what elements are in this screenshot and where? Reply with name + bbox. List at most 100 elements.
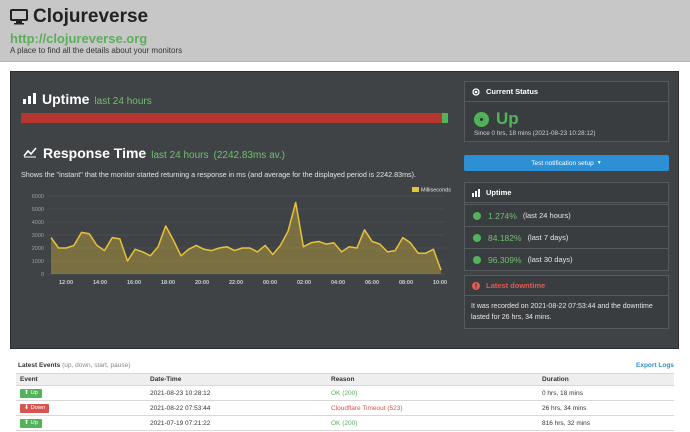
uptime-heading: Uptime last 24 hours <box>23 91 152 107</box>
x-tick-label: 02:00 <box>297 280 311 286</box>
latest-events-heading: Latest Events (up, down, start, pause) <box>18 362 130 369</box>
datetime-cell: 2021-07-19 07:21:22 <box>150 419 211 427</box>
uptime-card: Uptime 1.274% (last 24 hours) 84.182% (l… <box>464 182 669 271</box>
site-url-link[interactable]: http://clojureverse.org <box>10 31 147 46</box>
x-tick-label: 08:00 <box>399 280 413 286</box>
event-label: Up <box>30 420 38 426</box>
column-header: Event <box>20 376 38 383</box>
site-title: Clojureverse <box>33 6 149 27</box>
events-filter: (up, down, start, pause) <box>62 362 131 369</box>
reason-cell: OK (200) <box>331 419 358 427</box>
status-indicator: Up <box>474 109 519 129</box>
export-logs-link[interactable]: Export Logs <box>636 362 674 369</box>
latest-downtime-header: Latest downtime <box>465 276 668 296</box>
uptime-row: 96.309% (last 30 days) <box>465 248 668 270</box>
table-row: ⬆ Up 2021-07-19 07:21:22 OK (200) 816 hr… <box>16 416 674 431</box>
column-header: Date-Time <box>150 376 182 383</box>
green-dot-icon <box>473 255 481 264</box>
down-badge: ⬇ Down <box>20 403 50 413</box>
x-tick-label: 04:00 <box>331 280 345 286</box>
status-since: Since 0 hrs, 18 mins (2021-08-23 10:28:1… <box>474 130 596 137</box>
reason-cell: OK (200) <box>331 389 358 397</box>
event-cell: ⬆ Up <box>20 386 42 400</box>
y-tick-label: 6000 <box>32 194 44 200</box>
up-badge: ⬆ Up <box>20 418 42 428</box>
x-tick-label: 12:00 <box>59 280 73 286</box>
response-time-chart: 6000 5000 4000 3000 2000 1000 0 12:00 14:00 16:00… <box>32 187 451 286</box>
legend-label: Milliseconds <box>421 188 451 194</box>
x-tick-label: 10:00 <box>433 280 447 286</box>
uptime-bar <box>21 113 448 123</box>
reason-cell: Cloudflare Timeout (523) <box>331 404 403 412</box>
response-period: last 24 hours <box>151 150 209 161</box>
line-chart-icon <box>23 147 37 158</box>
x-tick-label: 16:00 <box>127 280 141 286</box>
x-tick-label: 22:00 <box>229 280 243 286</box>
y-tick-label: 2000 <box>32 246 44 252</box>
y-tick-label: 1000 <box>32 259 44 265</box>
green-dot-icon <box>473 233 481 242</box>
duration-cell: 816 hrs, 32 mins <box>542 419 591 427</box>
monitor-icon <box>10 9 28 25</box>
event-label: Down <box>30 405 46 411</box>
legend-swatch <box>412 187 419 192</box>
uptime-card-title: Uptime <box>486 188 512 197</box>
latest-downtime-title: Latest downtime <box>486 281 546 290</box>
bar-chart-icon <box>472 188 480 197</box>
latest-downtime-card: Latest downtime It was recorded on 2021-… <box>464 275 669 329</box>
y-tick-label: 3000 <box>32 233 44 239</box>
y-tick-label: 5000 <box>32 207 44 213</box>
y-tick-label: 0 <box>41 272 44 278</box>
alert-circle-icon <box>472 281 480 290</box>
bar-chart-icon <box>23 93 36 104</box>
tagline: A place to find all the details about yo… <box>10 46 183 55</box>
uptime-period: (last 7 days) <box>527 233 569 242</box>
events-table: Event Date-Time Reason Duration ⬆ Up 202… <box>16 373 674 431</box>
uptime-card-header: Uptime <box>465 183 668 203</box>
response-average: (2242.83ms av.) <box>213 150 286 161</box>
event-label: Up <box>30 390 38 396</box>
brand: Clojureverse <box>10 6 148 28</box>
status-circle-icon <box>472 87 480 96</box>
status-dot-icon <box>474 111 489 127</box>
response-heading: Response Time last 24 hours (2242.83ms a… <box>23 145 285 161</box>
table-row: ⬇ Down 2021-08-22 07:53:44 Cloudflare Ti… <box>16 401 674 416</box>
x-tick-label: 06:00 <box>365 280 379 286</box>
series-area <box>51 202 441 274</box>
table-row: ⬆ Up 2021-08-23 10:28:12 OK (200) 0 hrs,… <box>16 386 674 401</box>
x-tick-label: 00:00 <box>263 280 277 286</box>
uptime-bar-fill <box>442 113 448 123</box>
page-header: Clojureverse http://clojureverse.org A p… <box>0 0 690 62</box>
uptime-period: (last 30 days) <box>527 255 573 264</box>
uptime-value: 1.274% <box>488 210 517 221</box>
status-value: Up <box>496 109 519 128</box>
response-description: Shows the "instant" that the monitor sta… <box>21 170 417 179</box>
uptime-value: 84.182% <box>488 232 522 243</box>
uptime-period: (last 24 hours) <box>522 211 571 220</box>
event-cell: ⬆ Up <box>20 416 42 430</box>
caret-down-icon: ▼ <box>596 160 602 166</box>
x-tick-label: 14:00 <box>93 280 107 286</box>
response-title: Response Time <box>43 145 147 161</box>
monitor-panel: Uptime last 24 hours Response Time last … <box>10 71 679 349</box>
datetime-cell: 2021-08-22 07:53:44 <box>150 404 211 412</box>
duration-cell: 0 hrs, 18 mins <box>542 389 583 397</box>
test-notification-label: Test notification setup <box>531 159 594 167</box>
y-tick-label: 4000 <box>32 220 44 226</box>
duration-cell: 26 hrs, 34 mins <box>542 404 587 412</box>
event-cell: ⬇ Down <box>20 401 50 415</box>
table-header-row: Event Date-Time Reason Duration <box>16 373 674 386</box>
uptime-title: Uptime <box>42 91 90 107</box>
datetime-cell: 2021-08-23 10:28:12 <box>150 389 211 397</box>
current-status-card: Current Status Up Since 0 hrs, 18 mins (… <box>464 81 669 142</box>
uptime-row: 1.274% (last 24 hours) <box>465 204 668 226</box>
test-notification-button[interactable]: Test notification setup ▼ <box>464 155 669 171</box>
x-tick-label: 18:00 <box>161 280 175 286</box>
current-status-title: Current Status <box>486 87 539 96</box>
column-header: Duration <box>542 376 569 383</box>
latest-downtime-text: It was recorded on 2021-08-22 07:53:44 a… <box>471 303 653 321</box>
uptime-period: last 24 hours <box>94 96 152 107</box>
column-header: Reason <box>331 376 355 383</box>
green-dot-icon <box>473 211 481 220</box>
uptime-value: 96.309% <box>488 254 522 265</box>
